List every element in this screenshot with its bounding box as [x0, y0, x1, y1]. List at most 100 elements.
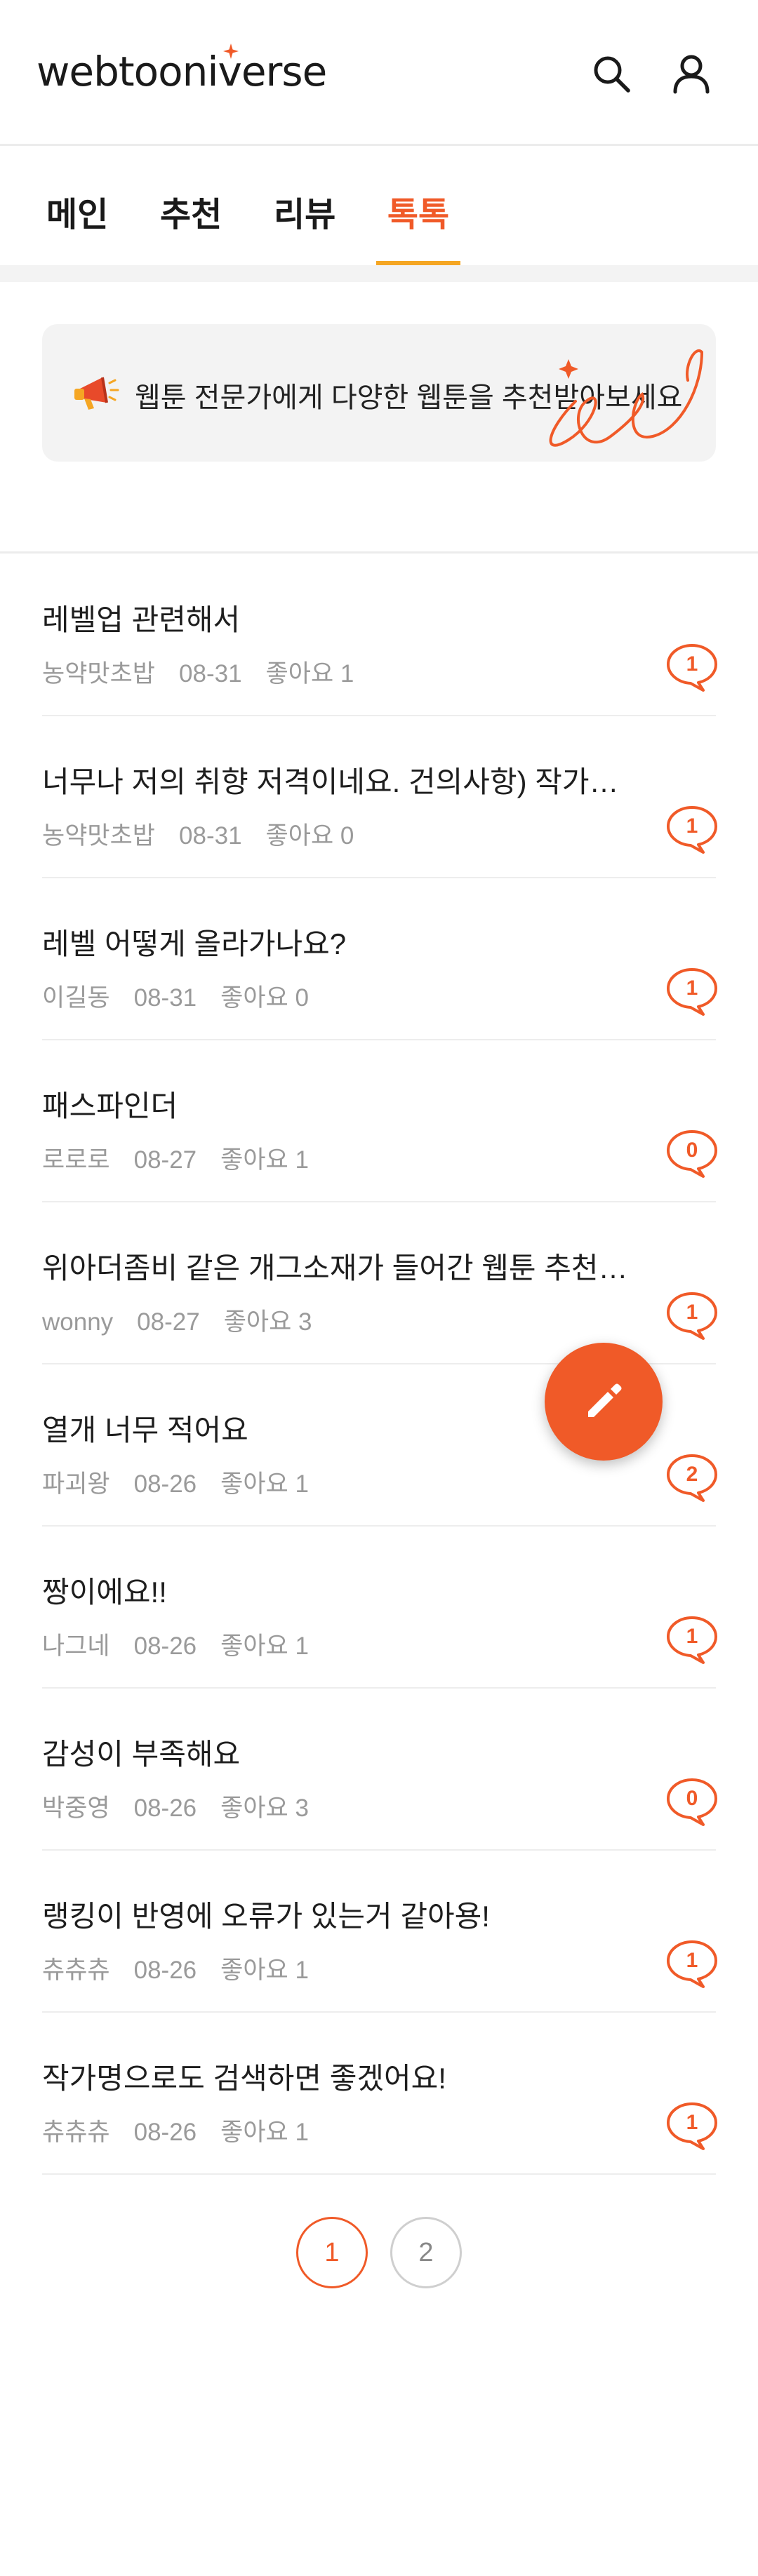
post-author: 로로로	[42, 1146, 110, 1174]
post-title: 랭킹이 반영에 오류가 있는거 같아용!	[42, 1900, 490, 1933]
post-title: 감성이 부족해요	[42, 1738, 241, 1771]
post-title: 패스파인더	[42, 1089, 178, 1122]
write-post-button[interactable]	[545, 1343, 663, 1461]
post-likes: 좋아요 1	[265, 660, 354, 687]
swirl-decoration-icon	[549, 349, 704, 447]
post-meta: 츄츄츄 08-26 좋아요 1	[42, 2112, 333, 2148]
list-item[interactable]: 랭킹이 반영에 오류가 있는거 같아용! 츄츄츄 08-26 좋아요 1 1	[42, 1851, 719, 2013]
post-likes: 좋아요 3	[223, 1308, 312, 1336]
post-likes: 좋아요 1	[220, 1146, 309, 1174]
comment-count-badge: 2	[665, 1453, 719, 1503]
comment-count-badge: 1	[665, 1291, 719, 1341]
search-button[interactable]	[587, 49, 636, 98]
post-meta: 나그네 08-26 좋아요 1	[42, 1626, 333, 1662]
post-author: 나그네	[42, 1632, 110, 1660]
tab-toktok[interactable]: 톡톡	[376, 187, 460, 265]
post-author: 농약맛초밥	[42, 822, 156, 850]
post-date: 08-27	[133, 1146, 197, 1174]
post-meta: 츄츄츄 08-26 좋아요 1	[42, 1950, 333, 1986]
comment-count-badge: 1	[665, 805, 719, 855]
post-meta: 농약맛초밥 08-31 좋아요 1	[42, 654, 378, 690]
post-meta: 파괴왕 08-26 좋아요 1	[42, 1464, 333, 1500]
megaphone-icon	[74, 377, 119, 410]
post-title: 레벨업 관련해서	[42, 603, 241, 636]
post-meta: 로로로 08-27 좋아요 1	[42, 1140, 333, 1176]
comment-count: 1	[686, 814, 698, 838]
post-meta: 농약맛초밥 08-31 좋아요 0	[42, 816, 378, 852]
logo-sparkle-icon	[223, 43, 239, 59]
post-title: 작가명으로도 검색하면 좋겠어요!	[42, 2062, 446, 2095]
post-author: wonny	[42, 1308, 114, 1336]
post-date: 08-26	[133, 2119, 197, 2146]
user-button[interactable]	[667, 49, 716, 98]
post-date: 08-26	[133, 1632, 197, 1660]
comment-count: 1	[686, 977, 698, 1000]
page-1-button[interactable]: 1	[296, 2217, 368, 2288]
post-likes: 좋아요 1	[220, 1957, 309, 1984]
post-likes: 좋아요 1	[220, 1632, 309, 1660]
comment-count: 0	[686, 1139, 698, 1162]
comment-count: 1	[686, 1301, 698, 1324]
post-meta: wonny 08-27 좋아요 3	[42, 1302, 336, 1338]
post-meta: 박중영 08-26 좋아요 3	[42, 1788, 333, 1824]
comment-count: 0	[686, 1787, 698, 1810]
list-item[interactable]: 작가명으로도 검색하면 좋겠어요! 츄츄츄 08-26 좋아요 1 1	[42, 2013, 719, 2175]
comment-count: 1	[686, 1949, 698, 1972]
comment-count: 1	[686, 2111, 698, 2134]
post-likes: 좋아요 1	[220, 2119, 309, 2146]
comment-count-badge: 1	[665, 1615, 719, 1665]
divider-band	[0, 265, 758, 282]
main-tabs: 메인 추천 리뷰 톡톡	[0, 146, 758, 265]
comment-count-badge: 1	[665, 1939, 719, 1990]
list-item[interactable]: 짱이에요!! 나그네 08-26 좋아요 1 1	[42, 1527, 719, 1689]
tab-review[interactable]: 리뷰	[274, 187, 335, 265]
comment-count: 1	[686, 1625, 698, 1648]
post-author: 농약맛초밥	[42, 660, 156, 687]
recommend-banner[interactable]: 웹툰 전문가에게 다양한 웹툰을 추천받아보세요	[42, 324, 716, 462]
pencil-icon	[588, 1383, 622, 1417]
post-author: 츄츄츄	[42, 1957, 110, 1984]
post-date: 08-31	[179, 822, 242, 850]
list-item[interactable]: 위아더좀비 같은 개그소재가 들어간 웹툰 추천… wonny 08-27 좋아요 …	[42, 1202, 719, 1364]
post-title: 레벨 어떻게 올라가나요?	[42, 927, 347, 960]
comment-count-badge: 1	[665, 967, 719, 1017]
post-likes: 좋아요 1	[220, 1470, 309, 1498]
list-item[interactable]: 레벨 어떻게 올라가나요? 이길동 08-31 좋아요 0 1	[42, 878, 719, 1040]
post-title: 짱이에요!!	[42, 1576, 167, 1609]
post-title: 너무나 저의 취향 저격이네요. 건의사항) 작가별…	[42, 765, 646, 798]
post-likes: 좋아요 0	[220, 984, 309, 1012]
list-item[interactable]: 패스파인더 로로로 08-27 좋아요 1 0	[42, 1040, 719, 1202]
comment-count-badge: 0	[665, 1129, 719, 1179]
comment-count-badge: 1	[665, 643, 719, 693]
page-2-button[interactable]: 2	[390, 2217, 462, 2288]
tab-main[interactable]: 메인	[46, 187, 108, 265]
list-item[interactable]: 레벨업 관련해서 농약맛초밥 08-31 좋아요 1 1	[42, 554, 719, 716]
list-item[interactable]: 감성이 부족해요 박중영 08-26 좋아요 3 0	[42, 1689, 719, 1851]
search-icon	[594, 56, 630, 93]
app-header: webtooniverse	[0, 0, 758, 146]
post-author: 츄츄츄	[42, 2119, 110, 2146]
comment-count-badge: 1	[665, 2101, 719, 2152]
post-likes: 좋아요 0	[265, 822, 354, 850]
pagination: 1 2	[0, 2217, 758, 2290]
logo[interactable]: webtooniverse	[36, 48, 327, 95]
post-author: 박중영	[42, 1795, 110, 1822]
post-date: 08-27	[137, 1308, 200, 1336]
post-likes: 좋아요 3	[220, 1795, 309, 1822]
post-author: 파괴왕	[42, 1470, 110, 1498]
section-divider	[0, 551, 758, 554]
post-date: 08-26	[133, 1795, 197, 1822]
tab-recommend[interactable]: 추천	[160, 187, 222, 265]
post-date: 08-31	[133, 984, 197, 1012]
post-meta: 이길동 08-31 좋아요 0	[42, 978, 333, 1014]
post-author: 이길동	[42, 984, 110, 1012]
post-title: 위아더좀비 같은 개그소재가 들어간 웹툰 추천…	[42, 1252, 628, 1284]
comment-count: 1	[686, 652, 698, 676]
post-date: 08-26	[133, 1470, 197, 1498]
user-icon	[673, 55, 710, 94]
post-date: 08-31	[179, 660, 242, 687]
list-item[interactable]: 너무나 저의 취향 저격이네요. 건의사항) 작가별… 농약맛초밥 08-31 좋아…	[42, 716, 719, 878]
comment-count: 2	[686, 1463, 698, 1486]
post-date: 08-26	[133, 1957, 197, 1984]
comment-count-badge: 0	[665, 1777, 719, 1827]
